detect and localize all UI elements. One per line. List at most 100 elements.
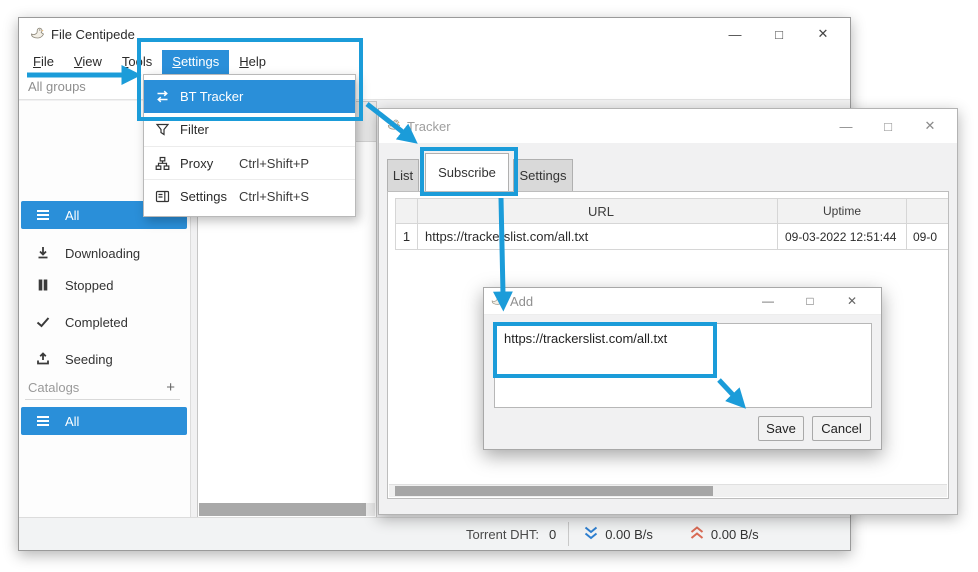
tab-list[interactable]: List: [387, 159, 419, 191]
minimize-button[interactable]: —: [747, 294, 789, 308]
close-button[interactable]: ✕: [909, 118, 951, 134]
menu-item-label: Proxy: [180, 156, 213, 171]
bt-tracker-icon: [155, 89, 170, 104]
sidebar-item-label: All: [65, 414, 79, 429]
app-duck-icon: [490, 293, 504, 310]
menu-item-label: Filter: [180, 122, 209, 137]
all-groups-dropdown[interactable]: All groups: [28, 79, 86, 94]
col-header-uptime[interactable]: Uptime: [778, 198, 907, 224]
sidebar-catalog-all[interactable]: All: [21, 407, 187, 435]
settings-icon: [155, 189, 170, 204]
tab-subscribe[interactable]: Subscribe: [425, 153, 509, 191]
minimize-button[interactable]: —: [713, 27, 757, 42]
minimize-button[interactable]: —: [825, 119, 867, 134]
menu-settings[interactable]: Settings: [162, 50, 229, 74]
upload-speed-icon: [689, 526, 705, 543]
menu-file[interactable]: File: [23, 50, 64, 74]
menu-tools[interactable]: Tools: [112, 50, 162, 74]
dht-label: Torrent DHT:: [466, 527, 539, 542]
dht-value: 0: [549, 527, 556, 542]
close-icon: ✕: [818, 26, 829, 41]
hamburger-icon: [35, 207, 51, 223]
col-header-extra[interactable]: [907, 198, 949, 224]
col-header-num[interactable]: [395, 198, 418, 224]
status-bar: Torrent DHT: 0 0.00 B/s 0.00 B/s: [19, 517, 850, 550]
maximize-icon: □: [775, 27, 783, 42]
sidebar-item-downloading[interactable]: Downloading: [21, 239, 187, 267]
menu-item-settings[interactable]: Settings Ctrl+Shift+S: [144, 179, 355, 212]
catalogs-label: Catalogs: [28, 380, 79, 395]
tracker-titlebar: Tracker — □ ✕: [379, 109, 957, 143]
close-icon: ✕: [847, 294, 857, 308]
horizontal-scrollbar[interactable]: [199, 503, 375, 516]
sidebar-item-completed[interactable]: Completed: [21, 308, 187, 336]
horizontal-scrollbar[interactable]: [389, 484, 947, 497]
maximize-button[interactable]: □: [867, 119, 909, 134]
menu-view[interactable]: View: [64, 50, 112, 74]
menubar: File View Tools Settings Help: [19, 50, 850, 74]
url-cell[interactable]: https://trackerslist.com/all.txt: [418, 224, 778, 250]
sidebar-item-label: All: [65, 208, 79, 223]
download-icon: [35, 245, 51, 261]
app-duck-icon: [29, 25, 45, 44]
menu-item-label: Settings: [180, 189, 227, 204]
menu-item-bt-tracker[interactable]: BT Tracker: [144, 80, 355, 113]
maximize-icon: □: [884, 119, 892, 134]
tracker-window-controls: — □ ✕: [825, 109, 951, 143]
catalogs-header: Catalogs +: [19, 376, 191, 398]
scrollbar-thumb[interactable]: [199, 503, 366, 516]
main-window-title: File Centipede: [51, 27, 135, 42]
extra-cell[interactable]: 09-0: [907, 224, 949, 250]
menu-help[interactable]: Help: [229, 50, 276, 74]
menu-item-proxy[interactable]: Proxy Ctrl+Shift+P: [144, 146, 355, 179]
menu-item-filter[interactable]: Filter: [144, 113, 355, 146]
close-icon: ✕: [925, 118, 936, 133]
tracker-table: URL Uptime 1 https://trackerslist.com/al…: [395, 198, 949, 250]
maximize-button[interactable]: □: [757, 27, 801, 42]
tab-settings[interactable]: Settings: [513, 159, 573, 191]
minimize-icon: —: [729, 27, 742, 42]
minimize-icon: —: [762, 294, 774, 308]
add-dialog-title: Add: [510, 294, 533, 309]
download-speed: 0.00 B/s: [605, 527, 653, 542]
close-button[interactable]: ✕: [831, 294, 873, 308]
close-button[interactable]: ✕: [801, 26, 845, 42]
sidebar-item-stopped[interactable]: Stopped: [21, 271, 187, 299]
tracker-window-title: Tracker: [407, 119, 451, 134]
download-speed-icon: [583, 526, 599, 543]
uptime-cell[interactable]: 09-03-2022 12:51:44: [778, 224, 907, 250]
pause-icon: [35, 277, 51, 293]
menu-shortcut: Ctrl+Shift+P: [239, 156, 309, 171]
divider: [25, 399, 180, 400]
table-header-row: URL Uptime: [395, 198, 949, 224]
table-row[interactable]: 1 https://trackerslist.com/all.txt 09-03…: [395, 224, 949, 250]
menu-item-label: BT Tracker: [180, 89, 243, 104]
sidebar-item-label: Downloading: [65, 246, 140, 261]
add-catalog-button[interactable]: +: [166, 379, 175, 396]
save-button[interactable]: Save: [758, 416, 804, 441]
upload-speed: 0.00 B/s: [711, 527, 759, 542]
maximize-button[interactable]: □: [789, 294, 831, 308]
hamburger-icon: [35, 413, 51, 429]
sidebar-item-seeding[interactable]: Seeding: [21, 345, 187, 373]
screenshot-canvas: File Centipede — □ ✕ File View Tools Set…: [0, 0, 978, 572]
tracker-url-input[interactable]: https://trackerslist.com/all.txt: [494, 323, 872, 408]
col-header-url[interactable]: URL: [418, 198, 778, 224]
main-window-controls: — □ ✕: [713, 18, 845, 50]
proxy-icon: [155, 156, 170, 171]
check-icon: [35, 314, 51, 330]
sidebar-item-label: Seeding: [65, 352, 113, 367]
settings-dropdown-menu: BT Tracker Filter Proxy Ctrl+Shift+P Set…: [143, 74, 356, 217]
divider: [568, 522, 569, 546]
filter-icon: [155, 122, 170, 137]
main-titlebar: File Centipede — □ ✕: [19, 18, 850, 50]
cancel-button[interactable]: Cancel: [812, 416, 871, 441]
add-dialog-titlebar: Add — □ ✕: [484, 288, 881, 315]
menu-shortcut: Ctrl+Shift+S: [239, 189, 309, 204]
add-dialog: Add — □ ✕ https://trackerslist.com/all.t…: [483, 287, 882, 450]
add-dialog-controls: — □ ✕: [747, 288, 873, 314]
row-number-cell[interactable]: 1: [395, 224, 418, 250]
scrollbar-thumb[interactable]: [395, 486, 713, 496]
sidebar-item-label: Stopped: [65, 278, 113, 293]
sidebar-item-label: Completed: [65, 315, 128, 330]
